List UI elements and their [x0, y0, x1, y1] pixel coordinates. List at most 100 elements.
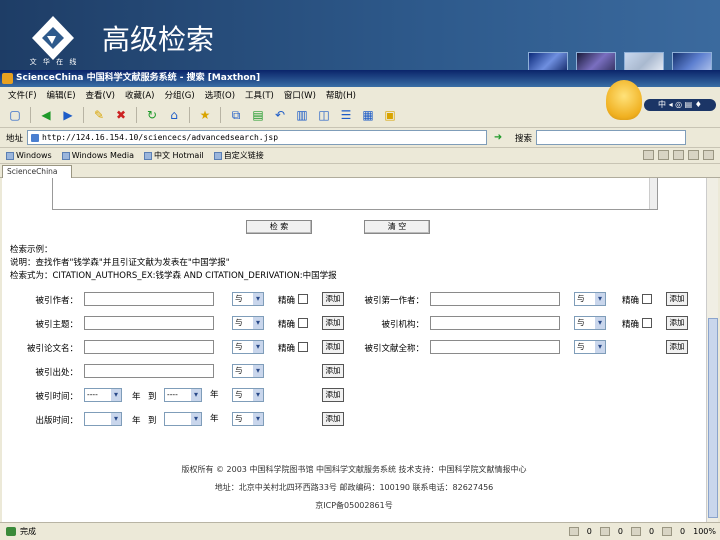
- operator-select[interactable]: 与: [232, 340, 264, 354]
- query-textarea[interactable]: [52, 178, 658, 210]
- menu-view[interactable]: 查看(V): [86, 89, 115, 101]
- exact-checkbox[interactable]: [642, 318, 652, 328]
- slide-header: 文 华 在 线 高级检索: [0, 0, 720, 76]
- history-icon[interactable]: ▤: [249, 106, 267, 124]
- operator-select[interactable]: 与: [232, 412, 264, 426]
- menu-tools[interactable]: 工具(T): [245, 89, 274, 101]
- favorite-label: Windows Media: [71, 151, 134, 160]
- time-from-select[interactable]: ----: [84, 388, 122, 402]
- add-button[interactable]: 添加: [666, 316, 688, 330]
- favorites-star-icon[interactable]: ★: [196, 106, 214, 124]
- exact-checkbox[interactable]: [298, 318, 308, 328]
- tools-icon[interactable]: ✎: [90, 106, 108, 124]
- operator-select[interactable]: 与: [574, 316, 606, 330]
- cited-subject-input[interactable]: [84, 316, 214, 330]
- exact-checkbox[interactable]: [298, 342, 308, 352]
- favorite-link[interactable]: Windows: [6, 151, 52, 160]
- cited-title-input[interactable]: [84, 340, 214, 354]
- cited-author-input[interactable]: [84, 292, 214, 306]
- field-label: 被引主题：: [35, 320, 78, 330]
- minimize-icon[interactable]: [673, 150, 684, 160]
- menu-help[interactable]: 帮助(H): [326, 89, 356, 101]
- favorite-link[interactable]: 中文 Hotmail: [144, 150, 204, 161]
- operator-select[interactable]: 与: [232, 364, 264, 378]
- menu-window[interactable]: 窗口(W): [284, 89, 316, 101]
- favorite-link[interactable]: 自定义链接: [213, 150, 264, 161]
- operator-select[interactable]: 与: [232, 292, 264, 306]
- forward-icon[interactable]: ▶: [59, 106, 77, 124]
- add-button[interactable]: 添加: [322, 364, 344, 378]
- operator-select[interactable]: 与: [232, 388, 264, 402]
- cited-first-author-input[interactable]: [430, 292, 560, 306]
- download-icon[interactable]: [630, 527, 641, 536]
- plugin-icon[interactable]: [662, 527, 673, 536]
- address-input[interactable]: http://124.16.154.10/sciencecs/advanceds…: [27, 130, 488, 145]
- popup-icon[interactable]: [599, 527, 610, 536]
- new-page-icon[interactable]: ▢: [6, 106, 24, 124]
- cited-source-input[interactable]: [84, 364, 214, 378]
- split-view-icon[interactable]: ◫: [315, 106, 333, 124]
- favorite-page-icon: [144, 151, 152, 160]
- columns-icon[interactable]: ▥: [293, 106, 311, 124]
- textarea-scrollbar[interactable]: [649, 178, 657, 209]
- cited-fulltitle-input[interactable]: [430, 340, 560, 354]
- menu-edit[interactable]: 编辑(E): [47, 89, 76, 101]
- logo-caption: 文 华 在 线: [29, 58, 79, 66]
- menu-favorites[interactable]: 收藏(A): [125, 89, 154, 101]
- exact-checkbox[interactable]: [642, 294, 652, 304]
- search-button[interactable]: 检 索: [246, 220, 312, 234]
- add-button[interactable]: 添加: [322, 412, 344, 426]
- stop-icon[interactable]: ✖: [112, 106, 130, 124]
- add-button[interactable]: 添加: [322, 388, 344, 402]
- maximize-icon[interactable]: [688, 150, 699, 160]
- back-icon[interactable]: ◀: [37, 106, 55, 124]
- favorite-label: Windows: [16, 151, 52, 160]
- scroll-thumb[interactable]: [708, 318, 718, 518]
- add-button[interactable]: 添加: [666, 292, 688, 306]
- toolbar: ▢ ◀ ▶ ✎ ✖ ↻ ⌂ ★ ⧉ ▤ ↶ ▥ ◫ ☰ ▦ ▣: [0, 103, 720, 128]
- restore-icon[interactable]: [643, 150, 654, 160]
- cited-institution-input[interactable]: [430, 316, 560, 330]
- toolbar-separator: [189, 107, 190, 123]
- exact-label: 精确: [278, 344, 296, 354]
- footer-icp: 京ICP备05002861号: [315, 501, 393, 510]
- field-label: 被引时间：: [35, 392, 78, 402]
- add-button[interactable]: 添加: [322, 340, 344, 354]
- time-to-select[interactable]: ----: [164, 388, 202, 402]
- add-button[interactable]: 添加: [666, 340, 688, 354]
- bookmark-icon[interactable]: ▦: [359, 106, 377, 124]
- list-icon[interactable]: ☰: [337, 106, 355, 124]
- example-description: 说明：查找作者"钱学森"并且引证文献为发表在"中国学报": [10, 258, 230, 268]
- field-label: 被引文献全称：: [364, 344, 424, 354]
- tab-sciencechina[interactable]: ScienceChina: [2, 165, 72, 178]
- pub-from-select[interactable]: [84, 412, 122, 426]
- pub-to-select[interactable]: [164, 412, 202, 426]
- favorite-link[interactable]: Windows Media: [61, 151, 134, 160]
- operator-select[interactable]: 与: [232, 316, 264, 330]
- menu-groups[interactable]: 分组(G): [164, 89, 194, 101]
- home-icon[interactable]: ⌂: [165, 106, 183, 124]
- exact-label: 精确: [622, 320, 640, 330]
- close-tab-icon[interactable]: [658, 150, 669, 160]
- group-icon[interactable]: ⧉: [227, 106, 245, 124]
- close-icon[interactable]: [703, 150, 714, 160]
- note-icon[interactable]: ▣: [381, 106, 399, 124]
- operator-select[interactable]: 与: [574, 292, 606, 306]
- zoom-level[interactable]: 100%: [693, 523, 716, 540]
- page-scrollbar[interactable]: [706, 178, 718, 522]
- add-button[interactable]: 添加: [322, 292, 344, 306]
- refresh-icon[interactable]: ↻: [143, 106, 161, 124]
- status-text: 完成: [6, 523, 36, 540]
- menu-options[interactable]: 选项(O): [205, 89, 235, 101]
- exact-checkbox[interactable]: [298, 294, 308, 304]
- go-icon[interactable]: ➜: [491, 131, 505, 145]
- undo-icon[interactable]: ↶: [271, 106, 289, 124]
- menu-file[interactable]: 文件(F): [8, 89, 37, 101]
- clear-button[interactable]: 清 空: [364, 220, 430, 234]
- add-button[interactable]: 添加: [322, 316, 344, 330]
- tab-bar: ScienceChina: [0, 164, 720, 178]
- browser-search-input[interactable]: [536, 130, 687, 145]
- security-icon[interactable]: [568, 527, 579, 536]
- operator-select[interactable]: 与: [574, 340, 606, 354]
- example-query: 检索式为：CITATION_AUTHORS_EX:钱学森 AND CITATIO…: [10, 271, 337, 281]
